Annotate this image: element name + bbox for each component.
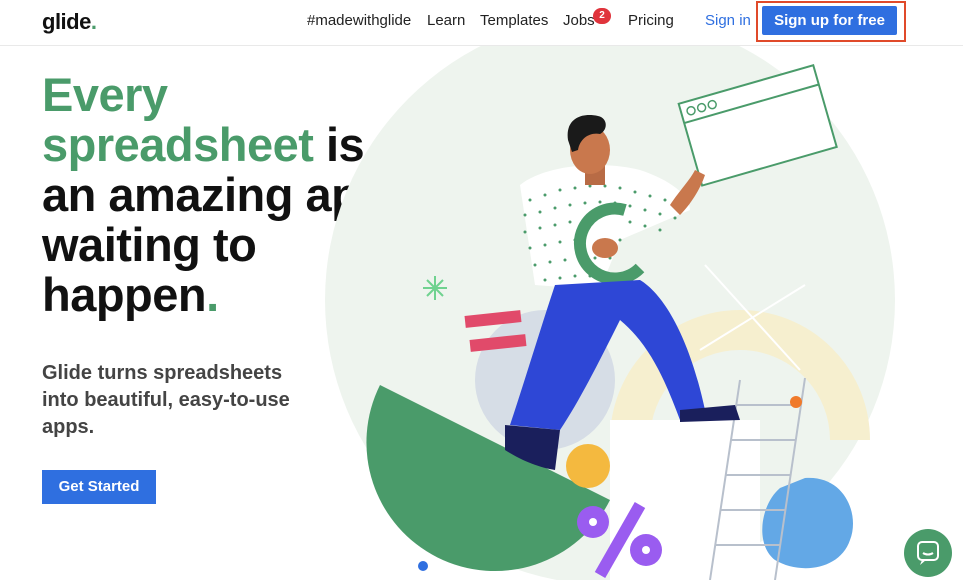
nav-link-templates[interactable]: Templates (480, 12, 548, 29)
sign-in-link[interactable]: Sign in (705, 12, 751, 29)
chat-bubble-icon (917, 541, 939, 565)
get-started-button[interactable]: Get Started (42, 470, 156, 504)
sign-up-button[interactable]: Sign up for free (762, 6, 897, 35)
blue-dot (418, 561, 428, 571)
nav-link-pricing[interactable]: Pricing (628, 12, 674, 29)
nav-link-jobs[interactable]: Jobs (563, 12, 595, 29)
glide-logo[interactable]: glide. (42, 9, 97, 35)
logo-text: glide (42, 9, 91, 34)
top-navigation: glide. #madewithglide Learn Templates Jo… (0, 0, 963, 46)
hero-illustration (325, 46, 895, 580)
orange-dot (790, 396, 802, 408)
headline-period: . (206, 268, 219, 321)
logo-dot: . (90, 9, 97, 34)
nav-link-madewithglide[interactable]: #madewithglide (307, 12, 411, 29)
yellow-circle (566, 444, 610, 488)
nav-link-learn[interactable]: Learn (427, 12, 465, 29)
hero-subtext: Glide turns spreadsheets into beautiful,… (42, 362, 290, 438)
jobs-count-badge: 2 (593, 8, 611, 24)
chat-launcher-button[interactable] (904, 529, 952, 577)
headline-highlight: Every spreadsheet (42, 68, 314, 171)
